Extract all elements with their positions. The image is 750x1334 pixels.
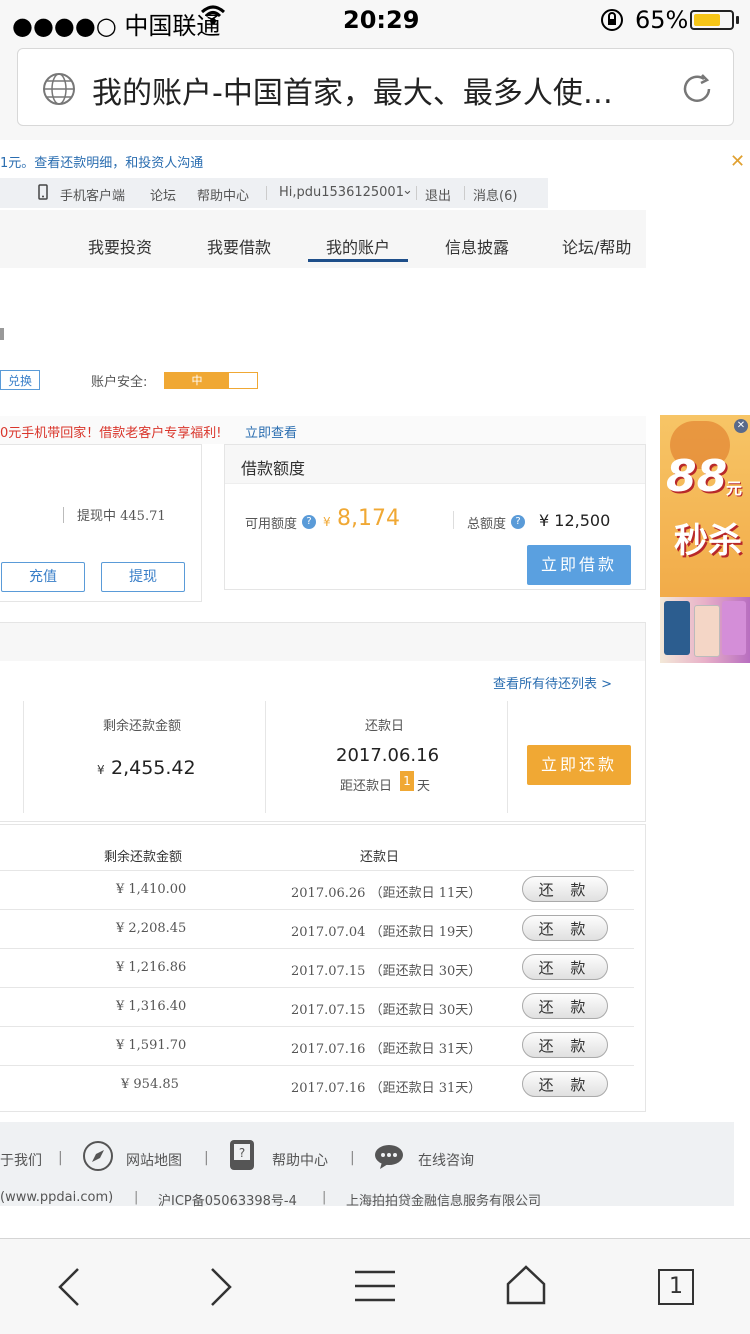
borrow-now-button[interactable]: 立即借款 xyxy=(527,545,631,585)
online-chat-link[interactable]: 在线咨询 xyxy=(418,1150,474,1170)
company-name: 上海拍拍贷金融信息服务有限公司 xyxy=(346,1194,542,1209)
battery-percent: 65% xyxy=(635,6,689,34)
phone-help-icon: ? xyxy=(228,1138,256,1176)
table-row: ¥ 1,591.70 2017.07.16 （距还款日 31天） 还 款 xyxy=(0,1027,634,1066)
help-icon[interactable]: ? xyxy=(302,515,316,529)
repay-tip: 1元。查看还款明细，和投资人沟通 xyxy=(0,156,204,171)
compass-icon xyxy=(82,1140,114,1176)
header-due-date: 还款日 xyxy=(360,850,400,865)
exchange-button[interactable]: 兑换 xyxy=(0,370,40,390)
balance-card: 提现中 445.71 充值 提现 xyxy=(0,444,202,602)
close-icon[interactable]: ✕ xyxy=(730,151,745,172)
nav-borrow[interactable]: 我要借款 xyxy=(207,234,271,258)
top-nav: 手机客户端 论坛 帮助中心 Hi,pdu1536125001 ⌄ 退出 消息(6… xyxy=(0,178,548,208)
nav-my-account[interactable]: 我的账户 xyxy=(326,234,390,258)
total-label: 总额度 xyxy=(467,517,507,532)
clock: 20:29 xyxy=(343,6,420,34)
mobile-icon xyxy=(38,184,48,204)
available-credit: 8,174 xyxy=(337,506,400,531)
ad-title: 秒杀 xyxy=(674,521,742,561)
globe-icon xyxy=(42,72,76,110)
icp-number: 沪ICP备05063398号-4 xyxy=(158,1194,297,1209)
table-row: ¥ 2,208.45 2017.07.04 （距还款日 19天） 还 款 xyxy=(0,910,634,949)
days-badge: 1 xyxy=(400,771,414,791)
chat-bubble-icon xyxy=(374,1144,404,1174)
remaining-amount: 2,455.42 xyxy=(111,757,196,779)
nav-disclosure[interactable]: 信息披露 xyxy=(445,234,509,258)
nav-forum-help[interactable]: 论坛/帮助 xyxy=(562,234,631,258)
chevron-down-icon: ⌄ xyxy=(402,183,413,198)
header-remaining: 剩余还款金额 xyxy=(104,850,183,865)
due-date-label: 还款日 xyxy=(365,719,405,734)
repay-detail-link[interactable]: 查看还款明细，和投资人沟通 xyxy=(34,156,203,171)
table-header: 剩余还款金额 还款日 xyxy=(0,838,634,871)
rotation-lock-icon xyxy=(600,8,624,38)
credit-card: 借款额度 可用额度 ? ¥ 8,174 总额度 ? ¥ 12,500 立即借款 xyxy=(224,444,646,590)
battery-icon xyxy=(690,10,734,30)
wifi-icon xyxy=(200,4,226,32)
back-icon[interactable] xyxy=(56,1267,84,1311)
security-meter: 中 xyxy=(164,372,258,389)
table-row: ¥ 1,316.40 2017.07.15 （距还款日 30天） 还 款 xyxy=(0,988,634,1027)
repay-button[interactable]: 还 款 xyxy=(522,876,608,902)
ad-amount: 88 xyxy=(666,451,728,502)
table-row: ¥ 1,410.00 2017.06.26 （距还款日 11天） 还 款 xyxy=(0,871,634,910)
repay-card: 查看所有待还列表 > 剩余还款金额 ¥ 2,455.42 还款日 2017.06… xyxy=(0,622,646,822)
mobile-client-link[interactable]: 手机客户端 xyxy=(60,185,125,204)
active-tab-indicator xyxy=(308,259,408,262)
nav-invest[interactable]: 我要投资 xyxy=(88,234,152,258)
repay-now-button[interactable]: 立即还款 xyxy=(527,745,631,785)
site-domain: (www.ppdai.com) xyxy=(0,1190,114,1205)
logout-link[interactable]: 退出 xyxy=(425,185,451,204)
table-row: ¥ 954.85 2017.07.16 （距还款日 31天） 还 款 xyxy=(0,1066,634,1104)
table-row: ¥ 1,216.86 2017.07.15 （距还款日 30天） 还 款 xyxy=(0,949,634,988)
site-footer: 于我们 | 网站地图 | ? 帮助中心 | 在线咨询 (www.ppdai.co… xyxy=(0,1122,734,1209)
menu-icon[interactable] xyxy=(355,1269,395,1307)
sitemap-link[interactable]: 网站地图 xyxy=(126,1150,182,1170)
side-ad-banner[interactable]: ✕ 88 元 秒杀 xyxy=(660,415,750,663)
repay-button[interactable]: 还 款 xyxy=(522,954,608,980)
home-icon[interactable] xyxy=(506,1265,546,1309)
due-date: 2017.06.16 xyxy=(336,745,440,766)
credit-title: 借款额度 xyxy=(241,459,306,478)
repay-button[interactable]: 还 款 xyxy=(522,915,608,941)
page-title[interactable]: 我的账户-中国首家，最大、最多人使… xyxy=(92,68,613,112)
repay-button[interactable]: 还 款 xyxy=(522,993,608,1019)
carrier-label: ●●●●○ 中国联通 xyxy=(12,12,221,40)
user-menu[interactable]: Hi,pdu1536125001 xyxy=(279,185,404,200)
status-bar: ●●●●○ 中国联通 20:29 65% xyxy=(0,0,750,40)
view-all-link[interactable]: 查看所有待还列表 > xyxy=(493,673,612,692)
tabs-button[interactable]: 1 xyxy=(658,1269,694,1305)
total-credit: ¥ 12,500 xyxy=(539,511,611,530)
svg-text:?: ? xyxy=(239,1146,245,1160)
available-label: 可用额度 xyxy=(245,517,298,532)
main-nav: 我要投资 我要借款 我的账户 信息披露 论坛/帮助 xyxy=(0,210,646,268)
remaining-label: 剩余还款金额 xyxy=(103,719,182,734)
messages-link[interactable]: 消息(6) xyxy=(473,185,517,204)
promo-banner: 0元手机带回家！借款老客户专享福利! 立即查看 xyxy=(0,416,646,444)
security-level: 中 xyxy=(165,373,229,388)
withdraw-button[interactable]: 提现 xyxy=(101,562,185,592)
forum-link[interactable]: 论坛 xyxy=(150,185,176,204)
reload-icon[interactable] xyxy=(680,72,714,110)
repay-button[interactable]: 还 款 xyxy=(522,1071,608,1097)
close-ad-icon[interactable]: ✕ xyxy=(734,419,748,433)
help-icon[interactable]: ? xyxy=(511,515,525,529)
help-center-footer-link[interactable]: 帮助中心 xyxy=(272,1150,328,1170)
withdrawing-amount: 提现中 445.71 xyxy=(77,509,166,524)
phones-image xyxy=(660,597,750,663)
forward-icon[interactable] xyxy=(206,1267,234,1311)
promo-link[interactable]: 立即查看 xyxy=(245,422,297,441)
repay-button[interactable]: 还 款 xyxy=(522,1032,608,1058)
about-link[interactable]: 于我们 xyxy=(0,1150,42,1170)
recharge-button[interactable]: 充值 xyxy=(1,562,85,592)
help-center-link[interactable]: 帮助中心 xyxy=(197,185,249,204)
browser-toolbar: 1 xyxy=(0,1238,750,1334)
security-label: 账户安全: xyxy=(91,375,148,390)
